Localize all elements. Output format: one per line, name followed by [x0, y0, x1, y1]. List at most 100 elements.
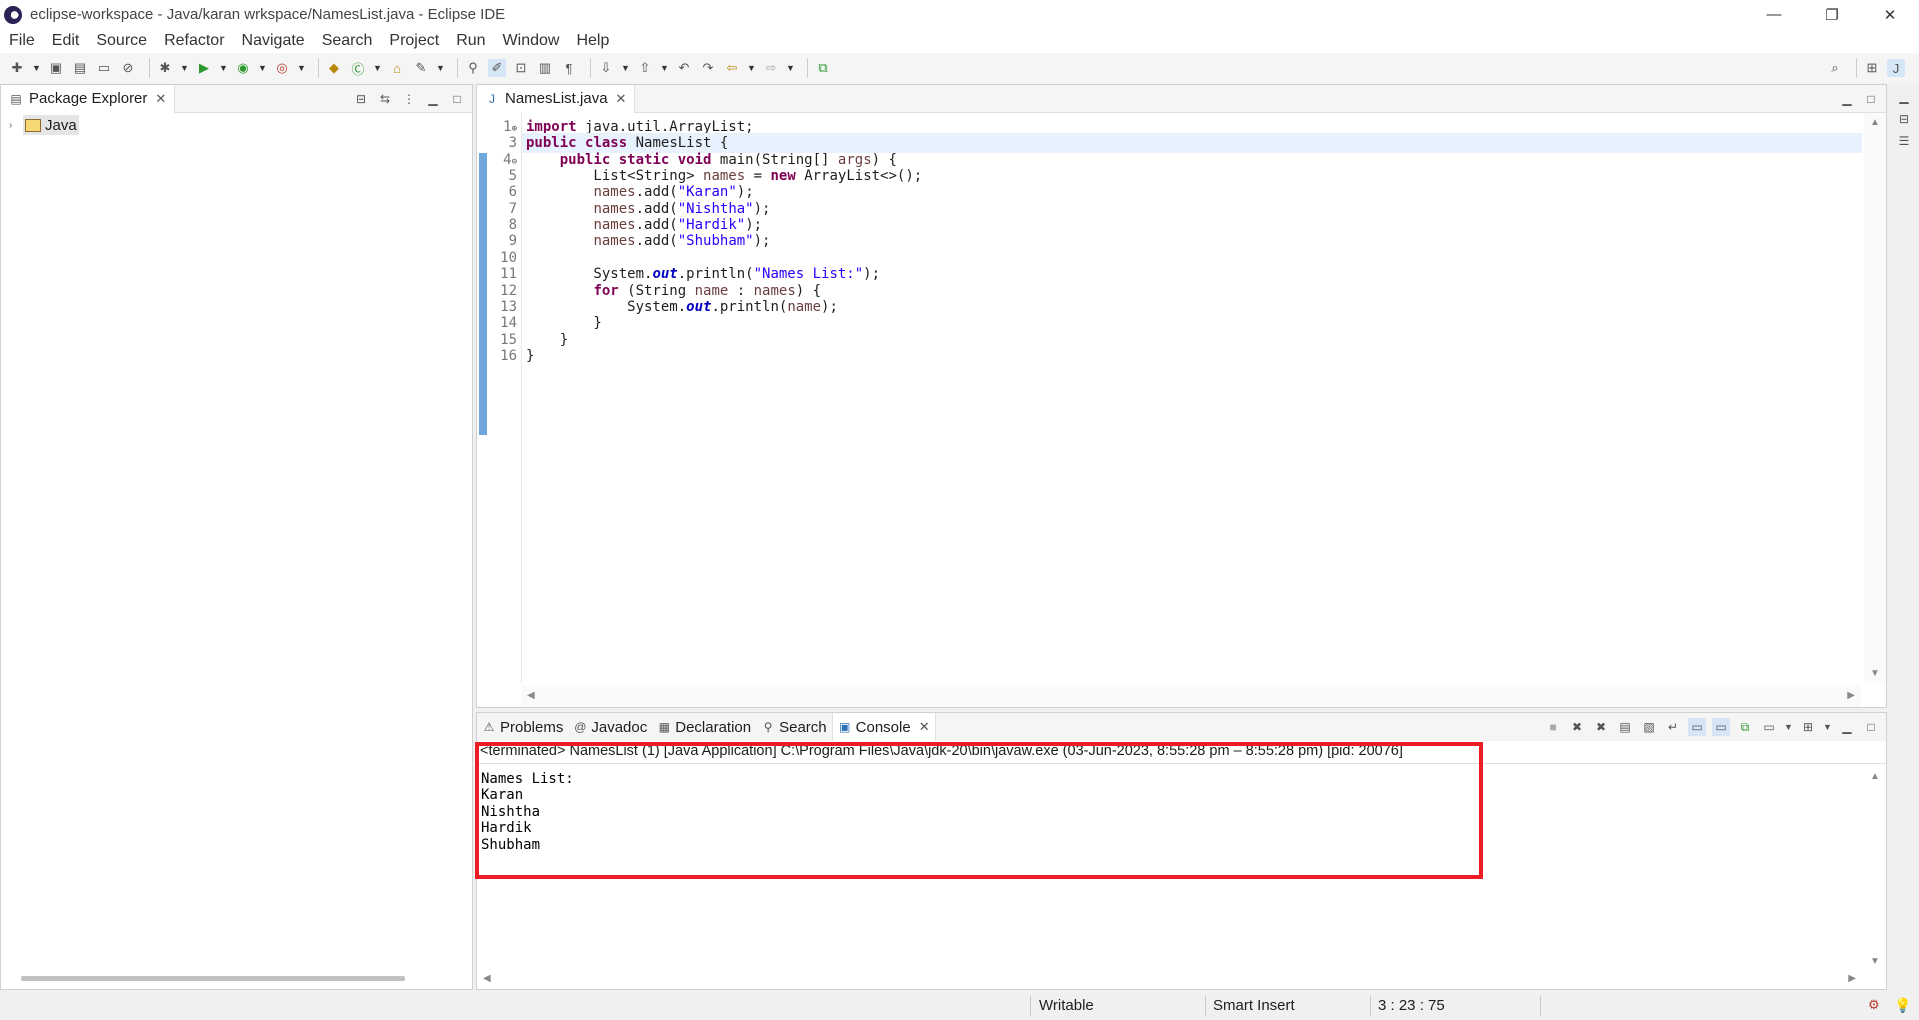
new-icon[interactable]: ✚ — [8, 59, 26, 77]
show-paragraph-icon[interactable]: ¶ — [560, 59, 578, 77]
next-annotation-icon[interactable]: ⇩ — [597, 59, 615, 77]
open-task-dropdown-icon[interactable]: ▼ — [436, 59, 445, 77]
minimize-view-icon[interactable]: ▁ — [1838, 718, 1856, 736]
save-all-icon[interactable]: ▤ — [71, 59, 89, 77]
back-dropdown-icon[interactable]: ▼ — [747, 59, 756, 77]
coverage-dropdown-icon[interactable]: ▼ — [258, 59, 267, 77]
pin-editor-icon[interactable]: ⧉ — [814, 59, 832, 77]
menu-file[interactable]: File — [9, 32, 35, 50]
external-tools-icon[interactable]: ◎ — [273, 59, 291, 77]
scroll-down-icon[interactable]: ▼ — [1870, 956, 1880, 967]
close-button[interactable]: ✕ — [1861, 0, 1919, 29]
tree-item-java[interactable]: › Java — [1, 115, 472, 135]
toggle-ant-editor-icon[interactable]: ⚲ — [464, 59, 482, 77]
tab-declaration[interactable]: ▦ Declaration — [652, 713, 756, 741]
horizontal-scrollbar[interactable]: ◀ ▶ — [477, 969, 1886, 989]
coverage-icon[interactable]: ◉ — [234, 59, 252, 77]
menu-source[interactable]: Source — [96, 32, 147, 50]
menu-help[interactable]: Help — [576, 32, 609, 50]
chevron-right-icon[interactable]: › — [9, 120, 23, 131]
scroll-up-icon[interactable]: ▲ — [1870, 771, 1880, 782]
vertical-scrollbar[interactable]: ▲ ▼ — [1864, 767, 1886, 967]
open-console-icon[interactable]: ⊞ — [1799, 718, 1817, 736]
open-console-dropdown-icon[interactable]: ▼ — [1823, 718, 1832, 736]
show-whitespace-icon[interactable]: ▥ — [536, 59, 554, 77]
new-class-dropdown-icon[interactable]: ▼ — [373, 59, 382, 77]
editor-tab-nameslist[interactable]: J NamesList.java ✕ — [477, 84, 636, 113]
search-icon[interactable]: ⌕ — [1826, 59, 1844, 77]
outline-icon[interactable]: ⊟ — [1895, 110, 1913, 128]
debug-icon[interactable]: ✱ — [156, 59, 174, 77]
menu-search[interactable]: Search — [322, 32, 373, 50]
maximize-view-icon[interactable]: □ — [1862, 718, 1880, 736]
previous-annotation-icon[interactable]: ⇧ — [636, 59, 654, 77]
forward-dropdown-icon[interactable]: ▼ — [786, 59, 795, 77]
debug-dropdown-icon[interactable]: ▼ — [180, 59, 189, 77]
java-perspective-icon[interactable]: J — [1887, 59, 1905, 77]
new-dropdown-icon[interactable]: ▼ — [32, 59, 41, 77]
run-dropdown-icon[interactable]: ▼ — [219, 59, 228, 77]
forward-edit-icon[interactable]: ↷ — [699, 59, 717, 77]
open-perspective-icon[interactable]: ⊞ — [1863, 59, 1881, 77]
new-java-package-icon[interactable]: ◆ — [325, 59, 343, 77]
show-on-stdout-icon[interactable]: ▭ — [1688, 718, 1706, 736]
menu-project[interactable]: Project — [389, 32, 439, 50]
back-icon[interactable]: ⇦ — [723, 59, 741, 77]
remove-launch-icon[interactable]: ✖ — [1568, 718, 1586, 736]
maximize-view-icon[interactable]: □ — [448, 90, 466, 108]
minimize-button[interactable]: — — [1745, 0, 1803, 29]
display-console-dropdown-icon[interactable]: ▼ — [1784, 718, 1793, 736]
vertical-scrollbar[interactable]: ▲ ▼ — [1864, 113, 1886, 683]
remove-all-terminated-icon[interactable]: ✖ — [1592, 718, 1610, 736]
minimize-view-icon[interactable]: ▁ — [1838, 90, 1856, 108]
word-wrap-icon[interactable]: ↵ — [1664, 718, 1682, 736]
view-menu-icon[interactable]: ⋮ — [400, 90, 418, 108]
horizontal-scrollbar[interactable] — [21, 976, 405, 981]
code-area[interactable]: import java.util.ArrayList; public class … — [521, 113, 1862, 683]
close-icon[interactable]: ✕ — [919, 719, 930, 735]
tab-search[interactable]: ⚲ Search — [756, 713, 832, 741]
open-type-icon[interactable]: ⌂ — [388, 59, 406, 77]
terminate-icon[interactable]: ■ — [1544, 718, 1562, 736]
link-with-editor-icon[interactable]: ⇆ — [376, 90, 394, 108]
restore-button[interactable]: ❐ — [1803, 0, 1861, 29]
last-edit-location-icon[interactable]: ↶ — [675, 59, 693, 77]
build-status-icon[interactable]: ⚙ — [1868, 997, 1880, 1013]
tab-console[interactable]: ▣ Console ✕ — [831, 713, 936, 741]
external-tools-dropdown-icon[interactable]: ▼ — [297, 59, 306, 77]
scroll-lock-icon[interactable]: ▧ — [1640, 718, 1658, 736]
maximize-view-icon[interactable]: □ — [1862, 90, 1880, 108]
scroll-down-icon[interactable]: ▼ — [1870, 668, 1880, 679]
horizontal-scrollbar[interactable]: ◀ ▶ — [521, 685, 1861, 707]
task-list-icon[interactable]: ☰ — [1895, 132, 1913, 150]
menu-window[interactable]: Window — [503, 32, 560, 50]
tab-javadoc[interactable]: @ Javadoc — [568, 713, 652, 741]
open-task-icon[interactable]: ✎ — [412, 59, 430, 77]
tip-lightbulb-icon[interactable]: 💡 — [1894, 997, 1911, 1014]
scroll-left-icon[interactable]: ◀ — [483, 973, 491, 984]
menu-run[interactable]: Run — [456, 32, 485, 50]
clear-console-icon[interactable]: ▤ — [1616, 718, 1634, 736]
terminal-icon[interactable]: ▭ — [95, 59, 113, 77]
scroll-left-icon[interactable]: ◀ — [527, 690, 535, 701]
minimize-view-icon[interactable]: ▁ — [1895, 88, 1913, 106]
previous-annotation-dropdown-icon[interactable]: ▼ — [660, 59, 669, 77]
display-console-icon[interactable]: ▭ — [1760, 718, 1778, 736]
minimize-view-icon[interactable]: ▁ — [424, 90, 442, 108]
save-icon[interactable]: ▣ — [47, 59, 65, 77]
new-java-class-icon[interactable]: Ⓒ — [349, 59, 367, 77]
tab-problems[interactable]: ⚠ Problems — [477, 713, 568, 741]
menu-refactor[interactable]: Refactor — [164, 32, 224, 50]
run-icon[interactable]: ▶ — [195, 59, 213, 77]
close-icon[interactable]: ✕ — [155, 91, 166, 107]
menu-edit[interactable]: Edit — [52, 32, 80, 50]
pin-console-icon[interactable]: ⧉ — [1736, 718, 1754, 736]
scroll-right-icon[interactable]: ▶ — [1848, 973, 1856, 984]
show-on-stderr-icon[interactable]: ▭ — [1712, 718, 1730, 736]
project-node[interactable]: Java — [23, 115, 79, 135]
toggle-block-selection-icon[interactable]: ⊡ — [512, 59, 530, 77]
close-icon[interactable]: ✕ — [616, 91, 627, 107]
menu-navigate[interactable]: Navigate — [242, 32, 305, 50]
toggle-mark-occurrences-icon[interactable]: ✐ — [488, 59, 506, 77]
skip-breakpoints-icon[interactable]: ⊘ — [119, 59, 137, 77]
